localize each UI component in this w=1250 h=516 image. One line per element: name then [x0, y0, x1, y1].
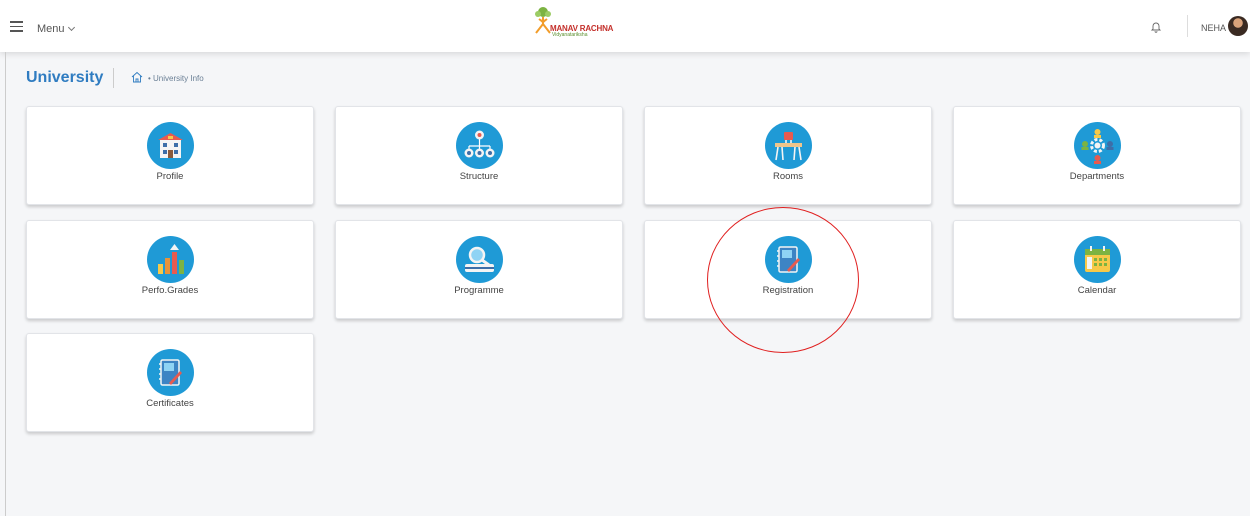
bar-chart-icon [147, 236, 194, 283]
tile-registration[interactable]: Registration [644, 220, 932, 319]
certificate-notebook-icon [147, 349, 194, 396]
menu-dropdown[interactable]: Menu [37, 23, 75, 35]
tile-label: Certificates [146, 398, 194, 409]
top-bar: Menu MANAV RACHNA Vidyanatariksha NEHA [0, 0, 1250, 52]
tile-label: Registration [762, 285, 814, 296]
calendar-icon [1074, 236, 1121, 283]
user-name[interactable]: NEHA [1201, 23, 1226, 33]
notebook-pen-icon [765, 236, 812, 283]
logo: MANAV RACHNA Vidyanatariksha [530, 6, 622, 44]
tile-label: Departments [1069, 171, 1125, 182]
chevron-down-icon [67, 23, 75, 32]
bell-icon[interactable] [1150, 21, 1162, 33]
classroom-icon [765, 122, 812, 169]
tile-calendar[interactable]: Calendar [953, 220, 1241, 319]
page-title: University [26, 69, 104, 86]
breadcrumb-divider [113, 68, 114, 88]
tile-perfo-grades[interactable]: Perfo.Grades [26, 220, 314, 319]
tile-rooms[interactable]: Rooms [644, 106, 932, 205]
sidebar-edge [5, 52, 6, 516]
avatar[interactable] [1228, 16, 1248, 36]
breadcrumb: • University Info [148, 74, 204, 83]
tile-label: Profile [156, 171, 184, 182]
tile-certificates[interactable]: Certificates [26, 333, 314, 432]
tile-label: Calendar [1077, 285, 1117, 296]
tile-label: Perfo.Grades [141, 285, 199, 296]
programme-search-icon [456, 236, 503, 283]
building-icon [147, 122, 194, 169]
home-icon[interactable] [131, 71, 143, 83]
tile-departments[interactable]: Departments [953, 106, 1241, 205]
menu-label: Menu [37, 23, 65, 35]
header-divider [1187, 15, 1188, 37]
tile-label: Programme [454, 285, 504, 296]
tile-structure[interactable]: Structure [335, 106, 623, 205]
hierarchy-icon [456, 122, 503, 169]
hamburger-icon[interactable] [10, 21, 23, 32]
tile-profile[interactable]: Profile [26, 106, 314, 205]
departments-gear-icon [1074, 122, 1121, 169]
logo-tagline: Vidyanatariksha [552, 32, 588, 38]
tile-programme[interactable]: Programme [335, 220, 623, 319]
tile-label: Rooms [772, 171, 804, 182]
tile-label: Structure [459, 171, 499, 182]
